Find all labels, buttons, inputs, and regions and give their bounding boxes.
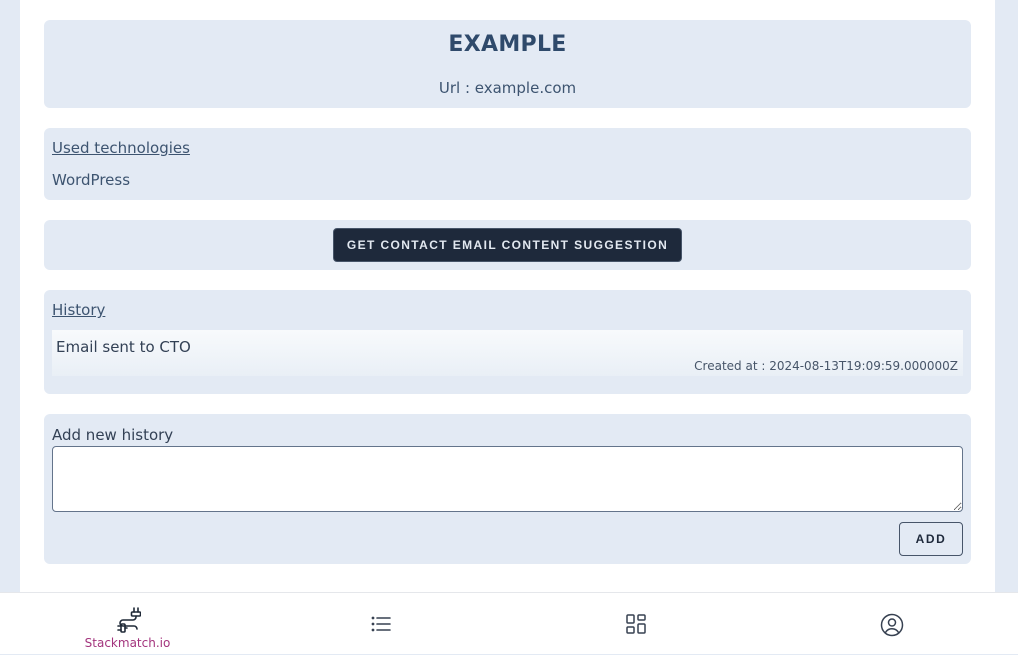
nav-item-dashboard[interactable]	[510, 593, 765, 655]
page-container: EXAMPLE Url : example.com Used technolog…	[20, 0, 995, 654]
nav-item-list[interactable]	[255, 593, 510, 655]
history-entry: Email sent to CTO Created at : 2024-08-1…	[52, 330, 963, 376]
suggestion-card: GET CONTACT EMAIL CONTENT SUGGESTION	[44, 220, 971, 270]
user-circle-icon	[880, 613, 904, 637]
add-history-textarea[interactable]	[52, 446, 963, 512]
add-history-card: Add new history ADD	[44, 414, 971, 564]
technologies-card: Used technologies WordPress	[44, 128, 971, 200]
used-technologies-link[interactable]: Used technologies	[52, 139, 190, 157]
list-icon	[371, 616, 391, 632]
bottom-navigation: Stackmatch.io	[0, 592, 1018, 654]
history-entry-date: Created at : 2024-08-13T19:09:59.000000Z	[694, 359, 958, 373]
nav-item-profile[interactable]	[765, 593, 1018, 655]
site-url: Url : example.com	[438, 79, 577, 97]
history-link[interactable]: History	[52, 301, 105, 319]
plug-route-icon	[117, 607, 141, 633]
nav-label-home: Stackmatch.io	[84, 636, 171, 650]
nav-item-home[interactable]: Stackmatch.io	[0, 593, 255, 655]
site-header-card: EXAMPLE Url : example.com	[44, 20, 971, 108]
history-card: History Email sent to CTO Created at : 2…	[44, 290, 971, 394]
site-title: EXAMPLE	[448, 32, 567, 57]
add-history-button[interactable]: ADD	[899, 522, 963, 556]
technology-item: WordPress	[52, 171, 131, 189]
get-email-suggestion-button[interactable]: GET CONTACT EMAIL CONTENT SUGGESTION	[333, 228, 682, 262]
grid-icon	[626, 614, 646, 634]
add-history-label: Add new history	[52, 426, 174, 444]
history-entry-text: Email sent to CTO	[56, 338, 191, 356]
